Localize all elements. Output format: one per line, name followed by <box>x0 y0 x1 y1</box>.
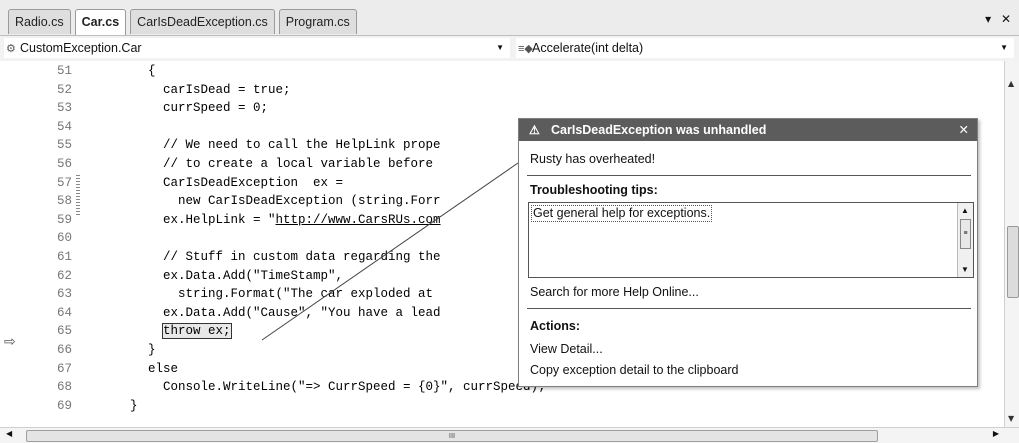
exception-header: ⚠ CarIsDeadException was unhandled ✕ <box>519 119 977 141</box>
document-tab-strip: Radio.cs Car.cs CarIsDeadException.cs Pr… <box>0 0 1019 35</box>
exception-assistant: ⚠ CarIsDeadException was unhandled ✕ Rus… <box>518 118 978 387</box>
view-detail-link[interactable]: View Detail... <box>530 342 603 356</box>
line-number: 51 <box>56 64 72 78</box>
tab-controls: ▾ ✕ <box>979 12 1011 26</box>
code-line: ex.Data.Add("TimeStamp", <box>148 268 344 283</box>
changed-lines-marker <box>76 175 80 215</box>
horizontal-scroll-thumb[interactable]: III <box>26 430 878 442</box>
line-number: 68 <box>56 380 72 395</box>
scroll-down-icon[interactable]: ▼ <box>961 265 969 274</box>
code-line: new CarIsDeadException (string.Forr <box>148 194 441 209</box>
code-line: currSpeed = 0; <box>148 101 269 116</box>
chevron-down-icon[interactable]: ▼ <box>1000 38 1008 58</box>
code-line: CarIsDeadException ex = <box>148 175 344 190</box>
line-number: 69 <box>56 398 72 413</box>
copy-exception-detail-link[interactable]: Copy exception detail to the clipboard <box>530 363 738 377</box>
member-combo[interactable]: ≡◆Accelerate(int delta) ▼ <box>516 38 1014 58</box>
tips-scroll-thumb[interactable]: ≡ <box>960 219 971 249</box>
horizontal-scrollbar[interactable]: ◀ III ▶ <box>0 427 1019 443</box>
class-icon: ⚙ <box>6 43 16 55</box>
line-number: 58 <box>56 194 72 209</box>
type-combo[interactable]: ⚙ CustomException.Car ▼ <box>4 38 510 58</box>
code-line: { <box>148 64 156 78</box>
line-number: 54 <box>56 119 72 134</box>
type-combo-value: CustomException.Car <box>20 41 142 55</box>
scroll-right-icon[interactable]: ▶ <box>993 429 999 438</box>
line-number: 56 <box>56 157 72 171</box>
code-line: // to create a local variable before <box>148 157 434 171</box>
line-number: 65 <box>56 324 72 339</box>
tab-carisdeadexception-cs[interactable]: CarIsDeadException.cs <box>130 9 275 34</box>
line-number: 62 <box>56 268 72 283</box>
tab-list-dropdown-icon[interactable]: ▾ <box>985 12 991 26</box>
vertical-scrollbar[interactable]: ▲ ▼ <box>1004 61 1019 427</box>
code-line: // Stuff in custom data regarding the <box>148 250 441 264</box>
line-number: 53 <box>56 101 72 116</box>
line-number: 63 <box>56 287 72 302</box>
tab-program-cs[interactable]: Program.cs <box>278 9 357 34</box>
warning-icon: ⚠ <box>529 123 540 137</box>
troubleshooting-tips-list[interactable]: Get general help for exceptions. ▲ ≡ ▼ <box>528 202 974 278</box>
line-number: 67 <box>56 361 72 376</box>
code-line: ex.Data.Add("Cause", "You have a lead <box>148 305 441 320</box>
scroll-left-icon[interactable]: ◀ <box>6 429 12 438</box>
tips-scrollbar[interactable]: ▲ ≡ ▼ <box>957 203 973 277</box>
tip-general-help-link[interactable]: Get general help for exceptions. <box>531 205 713 222</box>
tab-radio-cs[interactable]: Radio.cs <box>8 9 71 34</box>
divider <box>527 175 971 176</box>
tab-car-cs[interactable]: Car.cs <box>74 9 127 35</box>
exception-title: CarIsDeadException was unhandled <box>551 123 767 137</box>
indicator-margin[interactable] <box>0 61 24 427</box>
vertical-scroll-thumb[interactable] <box>1007 226 1019 298</box>
line-number: 61 <box>56 250 72 264</box>
exception-message: Rusty has overheated! <box>530 152 656 166</box>
code-text: ex.HelpLink = " <box>148 212 276 227</box>
scroll-down-icon[interactable]: ▼ <box>1008 414 1014 423</box>
actions-heading: Actions: <box>530 319 580 333</box>
line-number: 52 <box>56 82 72 97</box>
search-help-online-link[interactable]: Search for more Help Online... <box>530 285 699 299</box>
document-tabs: Radio.cs Car.cs CarIsDeadException.cs Pr… <box>0 9 357 35</box>
member-combo-value: Accelerate(int delta) <box>532 41 644 55</box>
code-line: } <box>130 398 138 413</box>
code-line: ex.HelpLink = "http://www.CarsRUs.com <box>148 211 441 229</box>
throw-statement[interactable]: throw ex; <box>162 323 232 340</box>
current-statement-arrow-icon: ⇨ <box>4 334 16 350</box>
method-icon: ≡◆ <box>518 43 533 55</box>
line-number: 55 <box>56 138 72 153</box>
line-number: 64 <box>56 305 72 320</box>
code-line: // We need to call the HelpLink prope <box>148 138 441 153</box>
line-number: 59 <box>56 212 72 227</box>
troubleshooting-heading: Troubleshooting tips: <box>530 183 658 197</box>
code-line: } <box>148 343 156 357</box>
helplink-url[interactable]: http://www.CarsRUs.com <box>276 213 441 227</box>
line-number: 66 <box>56 343 72 357</box>
code-line: string.Format("The car exploded at <box>148 287 434 302</box>
line-number: 57 <box>56 175 72 190</box>
code-line: Console.WriteLine("=> CurrSpeed = {0}", … <box>148 380 546 395</box>
code-line-current-statement: throw ex; <box>148 322 232 340</box>
scroll-up-icon[interactable]: ▲ <box>961 206 969 215</box>
close-document-icon[interactable]: ✕ <box>1001 12 1011 26</box>
navigation-bar: ⚙ CustomException.Car ▼ ≡◆Accelerate(int … <box>0 35 1019 62</box>
change-tracking-bar <box>76 61 80 427</box>
code-line: else <box>148 361 179 376</box>
chevron-down-icon[interactable]: ▼ <box>496 38 504 58</box>
divider <box>527 308 971 309</box>
close-icon[interactable]: ✕ <box>959 119 969 141</box>
line-number: 60 <box>56 231 72 246</box>
scroll-up-icon[interactable]: ▲ <box>1008 79 1014 88</box>
code-line: carIsDead = true; <box>148 82 291 97</box>
